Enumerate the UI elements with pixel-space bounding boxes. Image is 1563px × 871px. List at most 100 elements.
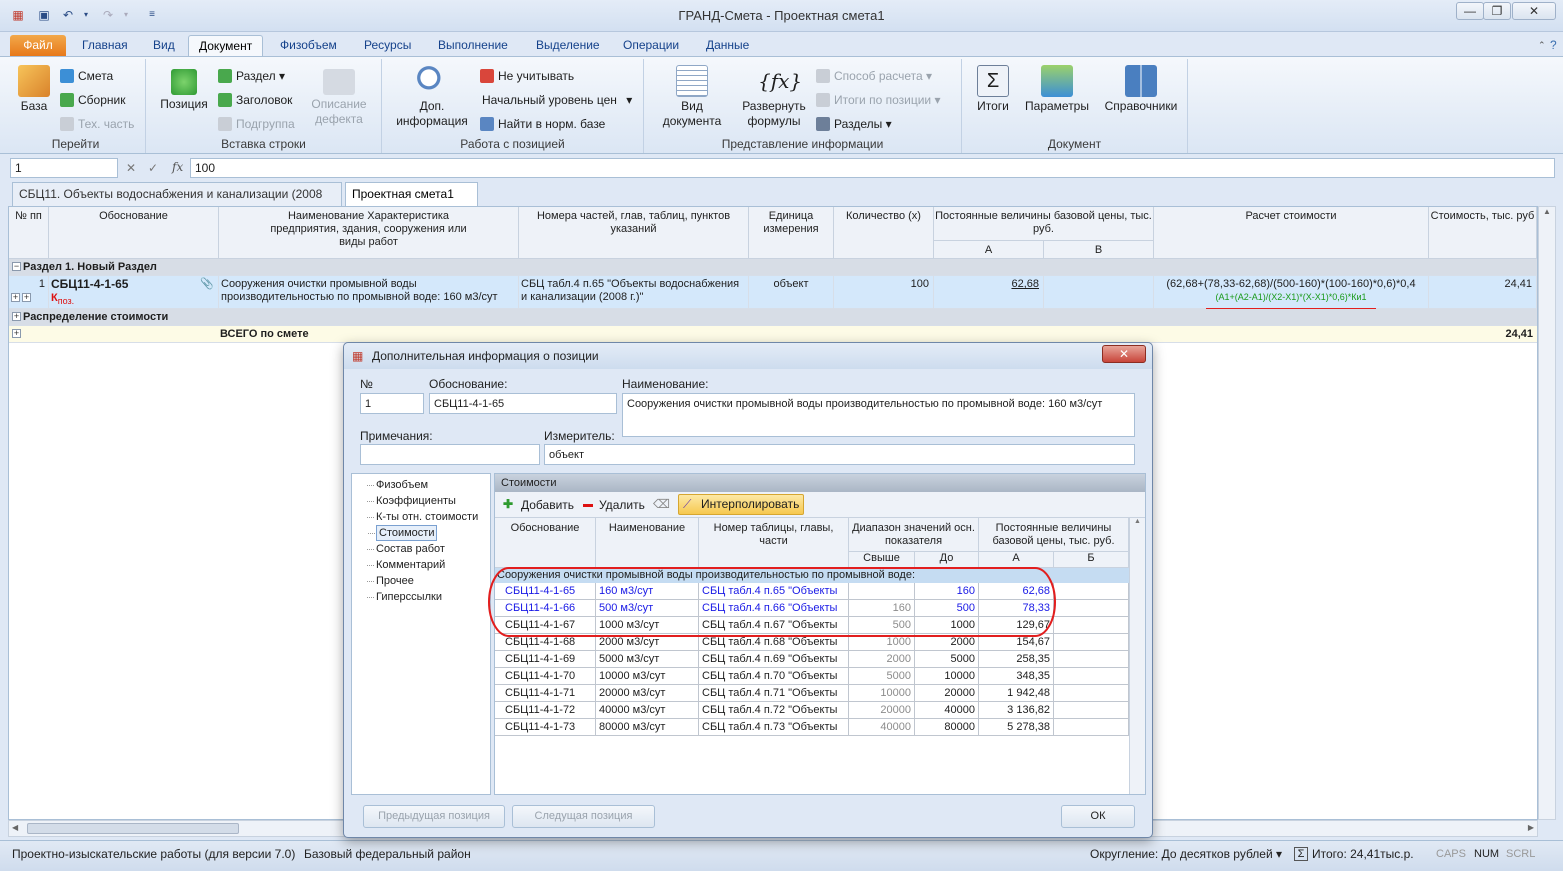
expand-resources-icon[interactable]: + bbox=[22, 293, 31, 302]
doc-tab-collection[interactable]: СБЦ11. Объекты водоснабжения и канализац… bbox=[12, 182, 342, 223]
group-presentation: Вид документа {fx} Развернуть формулы Сп… bbox=[644, 59, 962, 153]
formula-input[interactable]: 100 bbox=[190, 158, 1555, 178]
tree-item-relative-cost[interactable]: К-ты отн. стоимости bbox=[366, 510, 478, 524]
doc-tab-estimate[interactable]: Проектная смета1 ✕ bbox=[345, 182, 478, 223]
costs-vertical-scrollbar[interactable]: ▲ bbox=[1129, 518, 1145, 794]
cost-row-reference: СБЦ табл.4 п.69 "Объекты bbox=[699, 651, 849, 668]
interpolate-button[interactable]: ⟋ Интерполировать bbox=[678, 494, 804, 515]
costs-scroll-up-icon[interactable]: ▲ bbox=[1130, 518, 1145, 525]
cost-row-code: СБЦ11-4-1-69 bbox=[495, 651, 596, 668]
tab-operations[interactable]: Операции bbox=[613, 35, 689, 56]
expand-formulas-button[interactable]: {fx} Развернуть формулы bbox=[736, 65, 812, 129]
status-work-type[interactable]: Проектно-изыскательские работы (для верс… bbox=[12, 845, 295, 863]
num-field[interactable]: 1 bbox=[360, 393, 424, 414]
col-name: Наименование bbox=[596, 518, 699, 568]
initial-price-level-button[interactable]: Начальный уровень цен ▾ bbox=[482, 91, 632, 109]
total-row[interactable]: + ВСЕГО по смете 24,41 bbox=[9, 326, 1537, 343]
cost-row[interactable]: СБЦ11-4-1-73 80000 м3/сут СБЦ табл.4 п.73 … bbox=[495, 719, 1129, 736]
cost-row[interactable]: СБЦ11-4-1-71 20000 м3/сут СБЦ табл.4 п.71 … bbox=[495, 685, 1129, 702]
calc-formula: (А1+(А2-А1)/(Х2-Х1)*(Х-Х1)*0,6)*Ки1 bbox=[1215, 292, 1367, 302]
close-button[interactable]: ✕ bbox=[1512, 2, 1556, 20]
tree-item-coefficients[interactable]: Коэффициенты bbox=[367, 494, 456, 508]
cost-row-from: 5000 bbox=[849, 668, 915, 685]
parameters-button[interactable]: Параметры bbox=[1022, 65, 1092, 114]
sigma-icon: Σ bbox=[977, 65, 1009, 97]
status-region[interactable]: Базовый федеральный район bbox=[304, 845, 471, 863]
prev-position-button[interactable]: Предыдущая позиция bbox=[363, 805, 505, 828]
maximize-button[interactable]: ❐ bbox=[1483, 2, 1511, 20]
tab-execution[interactable]: Выполнение bbox=[428, 35, 518, 56]
cell-address-input[interactable]: 1 bbox=[10, 158, 118, 178]
estimate-button[interactable]: Смета bbox=[60, 67, 113, 85]
add-button[interactable]: Добавить bbox=[521, 498, 574, 512]
tab-data[interactable]: Данные bbox=[696, 35, 759, 56]
position-a-value[interactable]: 62,68 bbox=[934, 276, 1044, 308]
collection-button[interactable]: Сборник bbox=[60, 91, 125, 109]
totals-button[interactable]: Σ Итоги bbox=[970, 65, 1016, 114]
minimize-button[interactable]: — bbox=[1456, 2, 1484, 20]
additional-info-label: Доп. информация bbox=[396, 99, 468, 128]
scroll-left-icon[interactable]: ◀ bbox=[12, 823, 18, 832]
tech-part-button[interactable]: Тех. часть bbox=[60, 115, 134, 133]
scroll-right-icon[interactable]: ▶ bbox=[1528, 823, 1534, 832]
collapse-section-icon[interactable]: − bbox=[12, 262, 21, 271]
cost-row[interactable]: СБЦ11-4-1-70 10000 м3/сут СБЦ табл.4 п.70 … bbox=[495, 668, 1129, 685]
cost-row[interactable]: СБЦ11-4-1-69 5000 м3/сут СБЦ табл.4 п.69 "… bbox=[495, 651, 1129, 668]
ok-button[interactable]: ОК bbox=[1061, 805, 1135, 828]
heading-button[interactable]: Заголовок bbox=[218, 91, 292, 109]
tab-selection[interactable]: Выделение bbox=[526, 35, 610, 56]
references-button[interactable]: Справочники bbox=[1100, 65, 1182, 114]
vertical-scrollbar[interactable]: ▲ bbox=[1538, 206, 1556, 820]
name-field[interactable]: Сооружения очистки промывной воды произв… bbox=[622, 393, 1135, 437]
next-position-button[interactable]: Следущая позиция bbox=[512, 805, 655, 828]
position-totals-button[interactable]: Итоги по позиции ▾ bbox=[816, 91, 940, 109]
sections-button[interactable]: Разделы ▾ bbox=[816, 115, 892, 133]
tree-item-comment[interactable]: Комментарий bbox=[366, 558, 445, 572]
expand-total-icon[interactable]: + bbox=[12, 329, 21, 338]
tab-view[interactable]: Вид bbox=[143, 35, 185, 56]
tab-resources[interactable]: Ресурсы bbox=[354, 35, 421, 56]
calc-method-button[interactable]: Способ расчета ▾ bbox=[816, 67, 932, 85]
scroll-up-icon[interactable]: ▲ bbox=[1539, 207, 1555, 216]
tree-item-physvolume[interactable]: Физобъем bbox=[366, 478, 428, 492]
tree-item-hyperlinks[interactable]: Гиперссылки bbox=[367, 590, 442, 604]
find-in-base-button[interactable]: Найти в норм. базе bbox=[480, 115, 605, 133]
tab-home[interactable]: Главная bbox=[72, 35, 138, 56]
section-button[interactable]: Раздел ▾ bbox=[218, 67, 285, 85]
tree-item-other[interactable]: Прочее bbox=[367, 574, 414, 588]
justification-field[interactable]: СБЦ11-4-1-65 bbox=[429, 393, 617, 414]
notes-field[interactable] bbox=[360, 444, 540, 465]
position-button[interactable]: Позиция bbox=[156, 65, 212, 112]
position-quantity[interactable]: 100 bbox=[834, 276, 934, 308]
position-nn-cell: 1 + + bbox=[9, 276, 49, 308]
delete-button[interactable]: Удалить bbox=[599, 498, 645, 512]
status-rounding[interactable]: Округление: До десятков рублей ▾ bbox=[1090, 845, 1282, 863]
section-row[interactable]: − Раздел 1. Новый Раздел bbox=[9, 259, 1537, 276]
eraser-icon[interactable]: ⌫ bbox=[653, 497, 670, 511]
horizontal-scroll-thumb[interactable] bbox=[27, 823, 239, 834]
add-position-icon bbox=[171, 69, 197, 95]
cost-row[interactable]: СБЦ11-4-1-72 40000 м3/сут СБЦ табл.4 п.72 … bbox=[495, 702, 1129, 719]
position-row[interactable]: 1 + + СБЦ11-4-1-65 📎 Кпоз. Сооружения оч… bbox=[9, 276, 1537, 309]
expand-position-icon[interactable]: + bbox=[11, 293, 20, 302]
cancel-icon[interactable]: ✕ bbox=[126, 161, 136, 175]
additional-info-button[interactable]: Доп. информация bbox=[388, 65, 476, 129]
expand-distribution-icon[interactable]: + bbox=[12, 312, 21, 321]
tab-document[interactable]: Документ bbox=[188, 35, 264, 56]
confirm-icon[interactable]: ✓ bbox=[148, 161, 158, 175]
attachment-icon[interactable]: 📎 bbox=[200, 278, 214, 291]
unit-field[interactable]: объект bbox=[544, 444, 1135, 465]
document-view-button[interactable]: Вид документа bbox=[652, 65, 732, 129]
tab-physvolume[interactable]: Физобъем bbox=[270, 35, 347, 56]
defect-description-button[interactable]: Описание дефекта bbox=[306, 65, 372, 127]
tree-item-work-composition[interactable]: Состав работ bbox=[367, 542, 445, 556]
ignore-button[interactable]: Не учитывать bbox=[480, 67, 574, 85]
section-icon bbox=[218, 69, 232, 83]
tree-item-costs[interactable]: Стоимости bbox=[367, 525, 438, 541]
base-button[interactable]: База bbox=[12, 65, 56, 114]
dialog-close-button[interactable]: ✕ bbox=[1102, 345, 1146, 363]
subgroup-button[interactable]: Подгруппа bbox=[218, 115, 295, 133]
help-icon[interactable]: ? bbox=[1540, 35, 1563, 56]
distribution-row[interactable]: + Распределение стоимости bbox=[9, 309, 1537, 326]
tab-file[interactable]: Файл bbox=[10, 35, 66, 56]
